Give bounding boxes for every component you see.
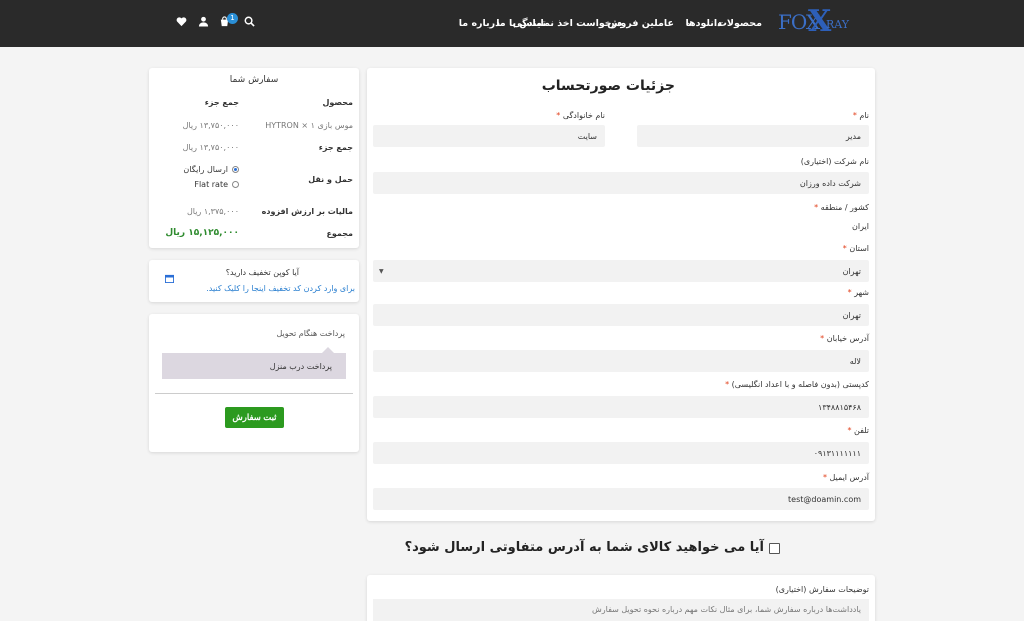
column-header-subtotal: جمع جزء: [204, 98, 239, 107]
state-select[interactable]: تهران ▼: [373, 260, 869, 282]
last-name-label: نام خانوادگی *: [556, 111, 605, 120]
subtotal-label: جمع جزء: [318, 143, 353, 152]
tax-label: مالیات بر ارزش افزوده: [261, 207, 353, 216]
state-label: استان *: [842, 244, 869, 253]
payment-method-label[interactable]: پرداخت هنگام تحویل: [276, 329, 345, 338]
postcode-field[interactable]: ۱۳۴۸۸۱۵۴۶۸: [373, 396, 869, 418]
order-summary-card: سفارش شما محصول جمع جزء موس بازی HYTRON …: [149, 68, 359, 248]
shipping-option-flat[interactable]: Flat rate: [194, 180, 228, 189]
nav-item-contact[interactable]: تماس با ما: [496, 18, 546, 29]
tax-value: ۱,۳۷۵,۰۰۰ ریال: [186, 207, 239, 216]
order-notes-label: توضیحات سفارش (اختیاری): [775, 585, 869, 594]
heart-icon[interactable]: [176, 16, 187, 30]
coupon-link[interactable]: برای وارد کردن کد تخفیف اینجا را کلیک کن…: [206, 284, 355, 293]
site-logo[interactable]: FOX X RAY: [778, 4, 850, 40]
search-icon[interactable]: [244, 16, 255, 30]
subtotal-value: ۱۳,۷۵۰,۰۰۰ ریال: [182, 143, 239, 152]
postcode-label: کدپستی (بدون فاصله و با اعداد انگلیسی) *: [725, 380, 869, 389]
first-name-field[interactable]: مدیر: [637, 125, 869, 147]
phone-field[interactable]: ۰۹۱۳۱۱۱۱۱۱۱: [373, 442, 869, 464]
ship-to-different-address[interactable]: آیا می خواهید کالای شما به آدرس متفاوتی …: [405, 540, 780, 558]
logo-text-ray: RAY: [826, 18, 850, 31]
ship-different-checkbox[interactable]: [769, 543, 780, 554]
phone-label: تلفن *: [847, 426, 869, 435]
coupon-question: آیا کوپن تخفیف دارید؟: [225, 268, 299, 277]
shipping-free-radio[interactable]: [232, 166, 239, 173]
last-name-field[interactable]: سایت: [373, 125, 605, 147]
order-item-price: ۱۳,۷۵۰,۰۰۰ ریال: [182, 121, 239, 130]
payment-description: پرداخت درب منزل: [269, 361, 332, 371]
coupon-card: آیا کوپن تخفیف دارید؟ برای وارد کردن کد …: [149, 260, 359, 302]
divider: [155, 393, 353, 394]
city-label: شهر *: [847, 288, 869, 297]
payment-card: پرداخت هنگام تحویل پرداخت درب منزل ثبت س…: [149, 314, 359, 452]
country-label: کشور / منطقه *: [814, 203, 869, 212]
email-field[interactable]: test@doamin.com: [373, 488, 869, 510]
address-label: آدرس خیابان *: [820, 334, 869, 343]
company-label: نام شرکت (اختیاری): [800, 157, 869, 166]
billing-details-card: جزئیات صورتحساب نام * مدیر نام خانوادگی …: [367, 68, 875, 521]
country-value: ایران: [852, 222, 869, 231]
first-name-label: نام *: [852, 111, 869, 120]
dropdown-arrow-icon: ▼: [379, 268, 384, 275]
total-label: مجموع: [326, 229, 353, 238]
shipping-flat-radio[interactable]: [232, 181, 239, 188]
order-item-name: موس بازی HYTRON × ۱: [265, 121, 353, 130]
ship-different-label: آیا می خواهید کالای شما به آدرس متفاوتی …: [404, 540, 764, 555]
payment-description-box: پرداخت درب منزل: [162, 347, 346, 379]
order-title: سفارش شما: [229, 75, 279, 85]
shipping-option-free[interactable]: ارسال رایگان: [183, 165, 228, 174]
total-value: ۱۵,۱۲۵,۰۰۰ ریال: [165, 228, 239, 238]
calendar-icon: [165, 268, 174, 287]
company-field[interactable]: شرکت داده ورزان: [373, 172, 869, 194]
nav-item-about[interactable]: درباره ما: [459, 18, 500, 29]
top-navbar: FOX X RAY محصولات دانلودها ⌄ عاملین فروش…: [0, 0, 1024, 47]
billing-title: جزئیات صورتحساب: [541, 78, 675, 94]
column-header-product: محصول: [322, 98, 353, 107]
email-label: آدرس ایمیل *: [822, 473, 869, 482]
order-notes-textarea[interactable]: یادداشت‌ها درباره سفارش شما، برای مثال ن…: [373, 599, 869, 621]
shipping-label: حمل و نقل: [308, 175, 353, 184]
cart-count-badge: 1: [227, 13, 238, 24]
order-notes-card: توضیحات سفارش (اختیاری) یادداشت‌ها دربار…: [367, 575, 875, 621]
address-field[interactable]: لاله: [373, 350, 869, 372]
city-field[interactable]: تهران: [373, 304, 869, 326]
chevron-down-icon[interactable]: ⌄: [686, 18, 694, 28]
nav-item-products[interactable]: محصولات: [717, 18, 762, 29]
user-icon[interactable]: [198, 16, 209, 30]
state-select-value: تهران: [842, 266, 861, 276]
place-order-button[interactable]: ثبت سفارش: [225, 407, 284, 428]
